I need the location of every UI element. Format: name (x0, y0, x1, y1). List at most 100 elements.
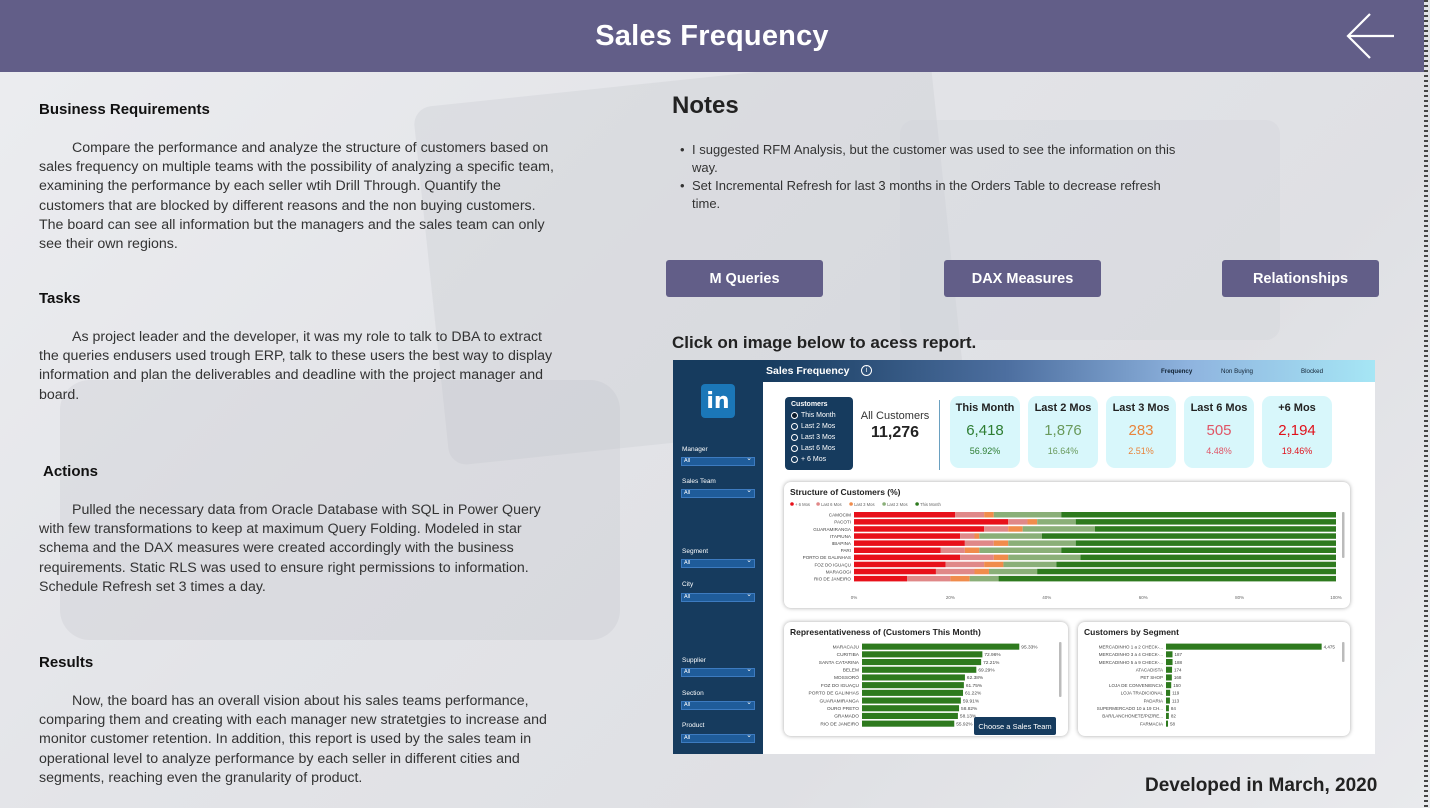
category-label: RIO DE JANEIRO (820, 721, 859, 727)
customers-option[interactable]: + 6 Mos (791, 454, 847, 465)
choose-sales-team-button[interactable]: Choose a Sales Team (974, 717, 1056, 735)
filter-label: Segment (682, 548, 709, 555)
data-label: 61.75% (966, 683, 983, 689)
x-tick-label: 20% (946, 595, 955, 600)
back-arrow-icon[interactable] (1344, 10, 1396, 62)
data-label: 55.92% (956, 721, 973, 727)
x-tick-label: 60% (1139, 595, 1148, 600)
bar-segment (993, 540, 1009, 546)
bar (862, 674, 965, 681)
bar (862, 659, 982, 666)
data-label: 113 (1172, 698, 1180, 703)
legend-label: This Month (920, 502, 941, 507)
bar-segment (945, 561, 985, 568)
city-filter[interactable]: All (681, 591, 755, 602)
bar-segment (854, 575, 908, 582)
bar-segment (1008, 554, 1081, 561)
report-image-link[interactable]: in Manager All Sales Team All Segment Al… (673, 360, 1375, 754)
bar-segment (1061, 547, 1336, 553)
category-label: FOZ DO IGUAÇU (821, 683, 860, 689)
category-label: GUARAMIRANGA (820, 698, 860, 704)
tab-non-buying[interactable]: Non Buying (1221, 368, 1253, 375)
bar-segment (854, 526, 985, 532)
legend-label: + 6 Mos (795, 502, 810, 507)
business-requirements-text: Compare the performance and analyze the … (39, 140, 554, 253)
customers-option[interactable]: Last 3 Mos (791, 432, 847, 443)
bar-segment (1037, 519, 1076, 525)
data-label: 59.91% (963, 698, 980, 704)
data-label: 187 (1175, 652, 1183, 657)
legend-marker (849, 502, 853, 506)
bar-segment (1008, 519, 1028, 525)
legend-label: Last 3 Mos (854, 502, 874, 507)
kpi-title: Last 2 Mos (1034, 402, 1092, 414)
customers-option[interactable]: Last 2 Mos (791, 421, 847, 432)
kpi-percent: 19.46% (1281, 446, 1313, 456)
bar (1166, 659, 1173, 666)
category-label: SANTA CATARINA (819, 660, 860, 666)
filter-label: Product (682, 722, 705, 729)
product-filter[interactable]: All (681, 732, 755, 743)
bar-segment (1075, 540, 1336, 546)
data-label: 95.33% (1021, 644, 1038, 650)
category-label: MERCADINHO 1 a 2 CHECK-... (1099, 644, 1163, 649)
report-cta-text: Click on image below to acess report. (672, 333, 977, 352)
bar-segment (998, 575, 1336, 582)
bar (1166, 712, 1169, 719)
linkedin-icon[interactable]: in (701, 384, 735, 418)
bar-segment (984, 561, 1004, 568)
actions-heading: Actions (43, 463, 99, 480)
divider (939, 400, 940, 470)
all-customers-value: 11,276 (870, 424, 920, 441)
category-label: LOJA TRADICIONAL (1121, 691, 1164, 696)
data-label: 150 (1173, 683, 1181, 688)
scrollbar[interactable] (1424, 0, 1428, 808)
bar-segment (960, 533, 975, 539)
bar-segment (854, 547, 941, 553)
bar (862, 666, 977, 673)
customers-option[interactable]: This Month (791, 410, 847, 421)
category-label: CURITIBA (837, 652, 860, 658)
bar-segment (854, 554, 961, 561)
kpi-value: 2,194 (1278, 422, 1316, 439)
results-heading: Results (39, 654, 94, 671)
segment-filter[interactable]: All (681, 557, 755, 568)
tasks-text: As project leader and the developer, it … (39, 329, 553, 403)
legend-label: Last 2 Mos (887, 502, 907, 507)
report-title: Sales Frequency (766, 365, 850, 377)
category-label: RIO DE JANEIRO (814, 577, 851, 582)
bar-segment (1056, 561, 1336, 568)
page-title: Sales Frequency (595, 19, 829, 52)
bar-segment (1027, 519, 1038, 525)
data-label: 188 (1175, 660, 1183, 665)
radio-icon (791, 423, 798, 430)
customers-option[interactable]: Last 6 Mos (791, 443, 847, 454)
note-item: I suggested RFM Analysis, but the custom… (680, 141, 1180, 177)
sales-team-filter[interactable]: All (681, 487, 755, 498)
bar (1166, 705, 1169, 712)
kpi-percent: 2.51% (1128, 446, 1154, 456)
m-queries-button[interactable]: M Queries (666, 260, 823, 297)
kpi-percent: 4.48% (1206, 446, 1232, 456)
category-label: ATACADISTA (1136, 667, 1163, 672)
tab-blocked[interactable]: Blocked (1301, 368, 1323, 375)
supplier-filter[interactable]: All (681, 666, 755, 677)
tab-frequency[interactable]: Frequency (1161, 368, 1192, 375)
dax-measures-button[interactable]: DAX Measures (944, 260, 1101, 297)
customers-selector[interactable]: Customers This Month Last 2 Mos Last 3 M… (785, 397, 853, 470)
category-label: PARI (841, 548, 851, 553)
info-icon[interactable]: i (861, 365, 872, 376)
section-filter[interactable]: All (681, 699, 755, 710)
bar-segment (974, 568, 989, 575)
category-label: FARMACIA (1140, 721, 1163, 726)
page-header: Sales Frequency (0, 0, 1424, 72)
data-label: 84 (1171, 706, 1177, 711)
data-label: 72.21% (983, 660, 1000, 666)
manager-filter[interactable]: All (681, 455, 755, 466)
bar (1166, 643, 1322, 650)
all-customers-card: All Customers 11,276 (855, 410, 935, 442)
relationships-button[interactable]: Relationships (1222, 260, 1379, 297)
customers-selector-title: Customers (791, 401, 828, 408)
bar-segment (955, 512, 985, 518)
category-label: PADARIA (1144, 698, 1163, 703)
